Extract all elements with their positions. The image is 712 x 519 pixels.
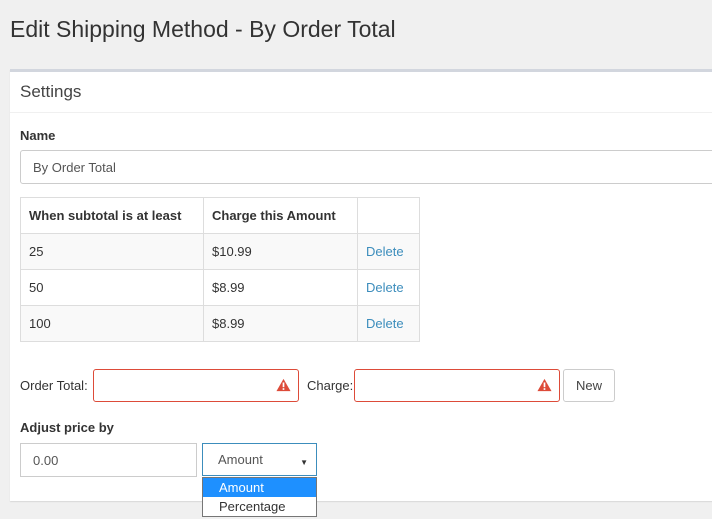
charge-cell: $10.99 bbox=[203, 233, 358, 270]
warning-icon bbox=[276, 378, 291, 392]
action-cell: Delete bbox=[357, 233, 420, 270]
select-value: Amount bbox=[218, 452, 263, 467]
delete-link[interactable]: Delete bbox=[366, 316, 404, 331]
header-actions bbox=[357, 197, 420, 234]
shipping-rates-table: When subtotal is at least Charge this Am… bbox=[20, 197, 420, 342]
order-total-label: Order Total: bbox=[20, 378, 88, 393]
order-total-input[interactable] bbox=[93, 369, 299, 402]
table-row: 100 $8.99 Delete bbox=[20, 305, 420, 342]
new-button[interactable]: New bbox=[563, 369, 615, 402]
table-row: 25 $10.99 Delete bbox=[20, 233, 420, 270]
adjust-type-dropdown: Amount Percentage bbox=[202, 477, 317, 517]
panel-title: Settings bbox=[20, 82, 82, 101]
adjust-type-select[interactable]: Amount ▼ bbox=[202, 443, 317, 476]
panel-header: Settings bbox=[10, 72, 712, 113]
page-title: Edit Shipping Method - By Order Total bbox=[10, 16, 396, 42]
charge-label: Charge: bbox=[307, 378, 354, 393]
delete-link[interactable]: Delete bbox=[366, 280, 404, 295]
dropdown-option-amount[interactable]: Amount bbox=[203, 478, 316, 497]
header-subtotal: When subtotal is at least bbox=[20, 197, 204, 234]
adjust-price-value: 0.00 bbox=[33, 452, 59, 468]
charge-cell: $8.99 bbox=[203, 305, 358, 342]
subtotal-cell: 100 bbox=[20, 305, 204, 342]
name-label: Name bbox=[20, 128, 56, 143]
header-charge: Charge this Amount bbox=[203, 197, 358, 234]
charge-input[interactable] bbox=[354, 369, 560, 402]
chevron-down-icon: ▼ bbox=[300, 458, 308, 467]
name-field[interactable]: By Order Total bbox=[20, 150, 712, 184]
name-field-value: By Order Total bbox=[33, 159, 116, 175]
settings-panel: Settings Name By Order Total When subtot… bbox=[10, 69, 712, 517]
table-header-row: When subtotal is at least Charge this Am… bbox=[20, 197, 420, 234]
action-cell: Delete bbox=[357, 269, 420, 306]
charge-cell: $8.99 bbox=[203, 269, 358, 306]
adjust-price-label: Adjust price by bbox=[20, 420, 114, 435]
table-row: 50 $8.99 Delete bbox=[20, 269, 420, 306]
subtotal-cell: 25 bbox=[20, 233, 204, 270]
warning-icon bbox=[537, 378, 552, 392]
adjust-price-input[interactable]: 0.00 bbox=[20, 443, 197, 477]
dropdown-option-percentage[interactable]: Percentage bbox=[203, 497, 316, 516]
delete-link[interactable]: Delete bbox=[366, 244, 404, 259]
subtotal-cell: 50 bbox=[20, 269, 204, 306]
action-cell: Delete bbox=[357, 305, 420, 342]
